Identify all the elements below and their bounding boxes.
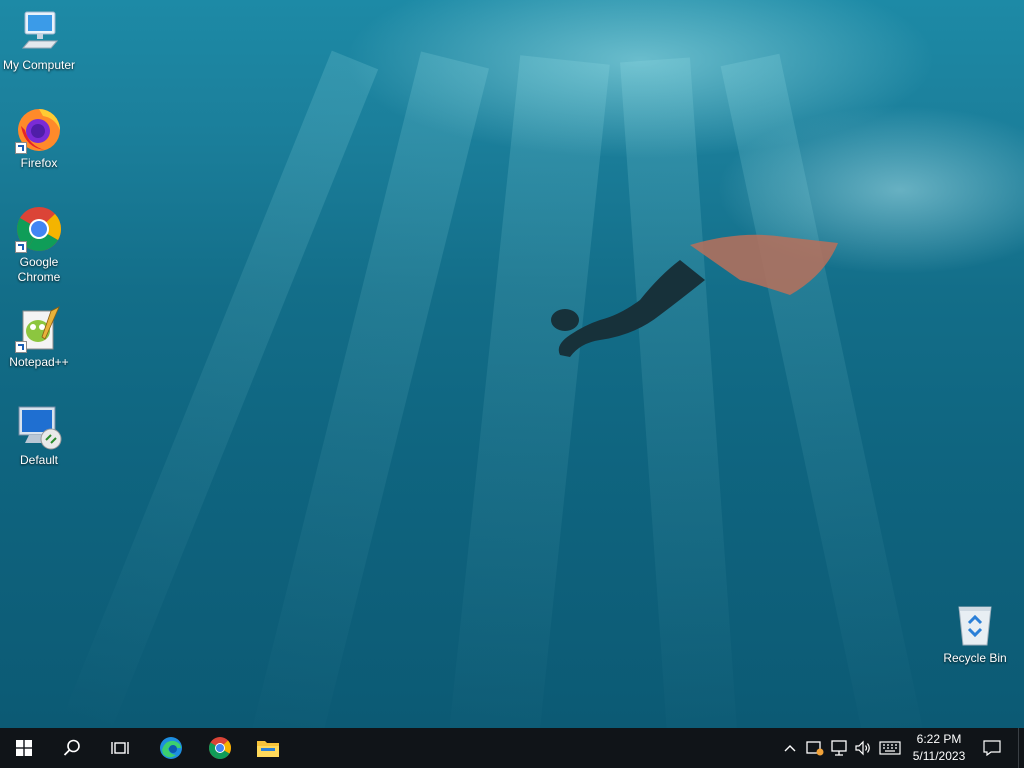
edge-icon <box>160 737 182 759</box>
light-ray <box>444 55 610 728</box>
desktop-icon-my-computer[interactable]: My Computer <box>1 8 77 73</box>
task-view-icon <box>111 742 129 754</box>
show-desktop-button[interactable] <box>1018 728 1024 768</box>
show-hidden-icons-button[interactable] <box>780 728 800 768</box>
notepad-plus-plus-icon <box>15 305 63 353</box>
taskbar: 6:22 PM 5/11/2023 <box>0 728 1024 768</box>
volume-tray-button[interactable] <box>852 728 874 768</box>
desktop-icon-label: My Computer <box>2 58 76 72</box>
recycle-bin-icon <box>951 601 999 649</box>
task-view-button[interactable] <box>96 728 144 768</box>
shortcut-arrow-icon <box>15 142 27 154</box>
desktop-icon-recycle-bin[interactable]: Recycle Bin <box>937 601 1013 666</box>
light-ray <box>620 57 741 728</box>
taskbar-chrome[interactable] <box>196 728 244 768</box>
security-alert-icon <box>806 741 824 756</box>
desktop-icon-label: Google Chrome <box>17 255 61 284</box>
light-ray <box>246 51 489 728</box>
chevron-up-icon <box>784 745 796 752</box>
desktop-icon-default[interactable]: Default <box>1 403 77 468</box>
computer-icon <box>15 8 63 56</box>
desktop-icon-label: Default <box>19 453 59 467</box>
shortcut-arrow-icon <box>15 241 27 253</box>
desktop-icon-label: Firefox <box>20 156 58 170</box>
network-icon <box>831 740 847 756</box>
desktop-icon-notepad-plus-plus[interactable]: Notepad++ <box>1 305 77 370</box>
network-tray-button[interactable] <box>828 728 850 768</box>
start-button[interactable] <box>0 728 48 768</box>
keyboard-icon <box>879 741 901 755</box>
light-ray <box>720 53 930 728</box>
security-tray-button[interactable] <box>804 728 826 768</box>
notification-center-button[interactable] <box>978 728 1006 768</box>
firefox-icon <box>15 106 63 154</box>
search-button[interactable] <box>48 728 96 768</box>
remote-desktop-icon <box>15 403 63 451</box>
desktop-icon-google-chrome[interactable]: Google Chrome <box>1 205 77 285</box>
chrome-icon <box>209 737 231 759</box>
clock[interactable]: 6:22 PM 5/11/2023 <box>900 728 978 768</box>
clock-time: 6:22 PM <box>916 732 962 746</box>
taskbar-edge[interactable] <box>147 728 195 768</box>
diver-image <box>551 234 838 357</box>
file-explorer-icon <box>257 741 279 757</box>
desktop-icon-firefox[interactable]: Firefox <box>1 106 77 171</box>
desktop-icon-label: Notepad++ <box>9 355 69 369</box>
volume-icon <box>855 740 870 756</box>
desktop-background: My Computer Firefox Google Chrome Notepa… <box>0 0 1024 728</box>
windows-logo-icon <box>16 740 32 756</box>
notification-icon <box>983 740 1001 756</box>
desktop-icon-label: Recycle Bin <box>943 651 1007 665</box>
chrome-icon <box>15 205 63 253</box>
clock-date: 5/11/2023 <box>912 749 966 763</box>
taskbar-file-explorer[interactable] <box>244 728 292 768</box>
shortcut-arrow-icon <box>15 341 27 353</box>
search-icon <box>63 739 80 756</box>
